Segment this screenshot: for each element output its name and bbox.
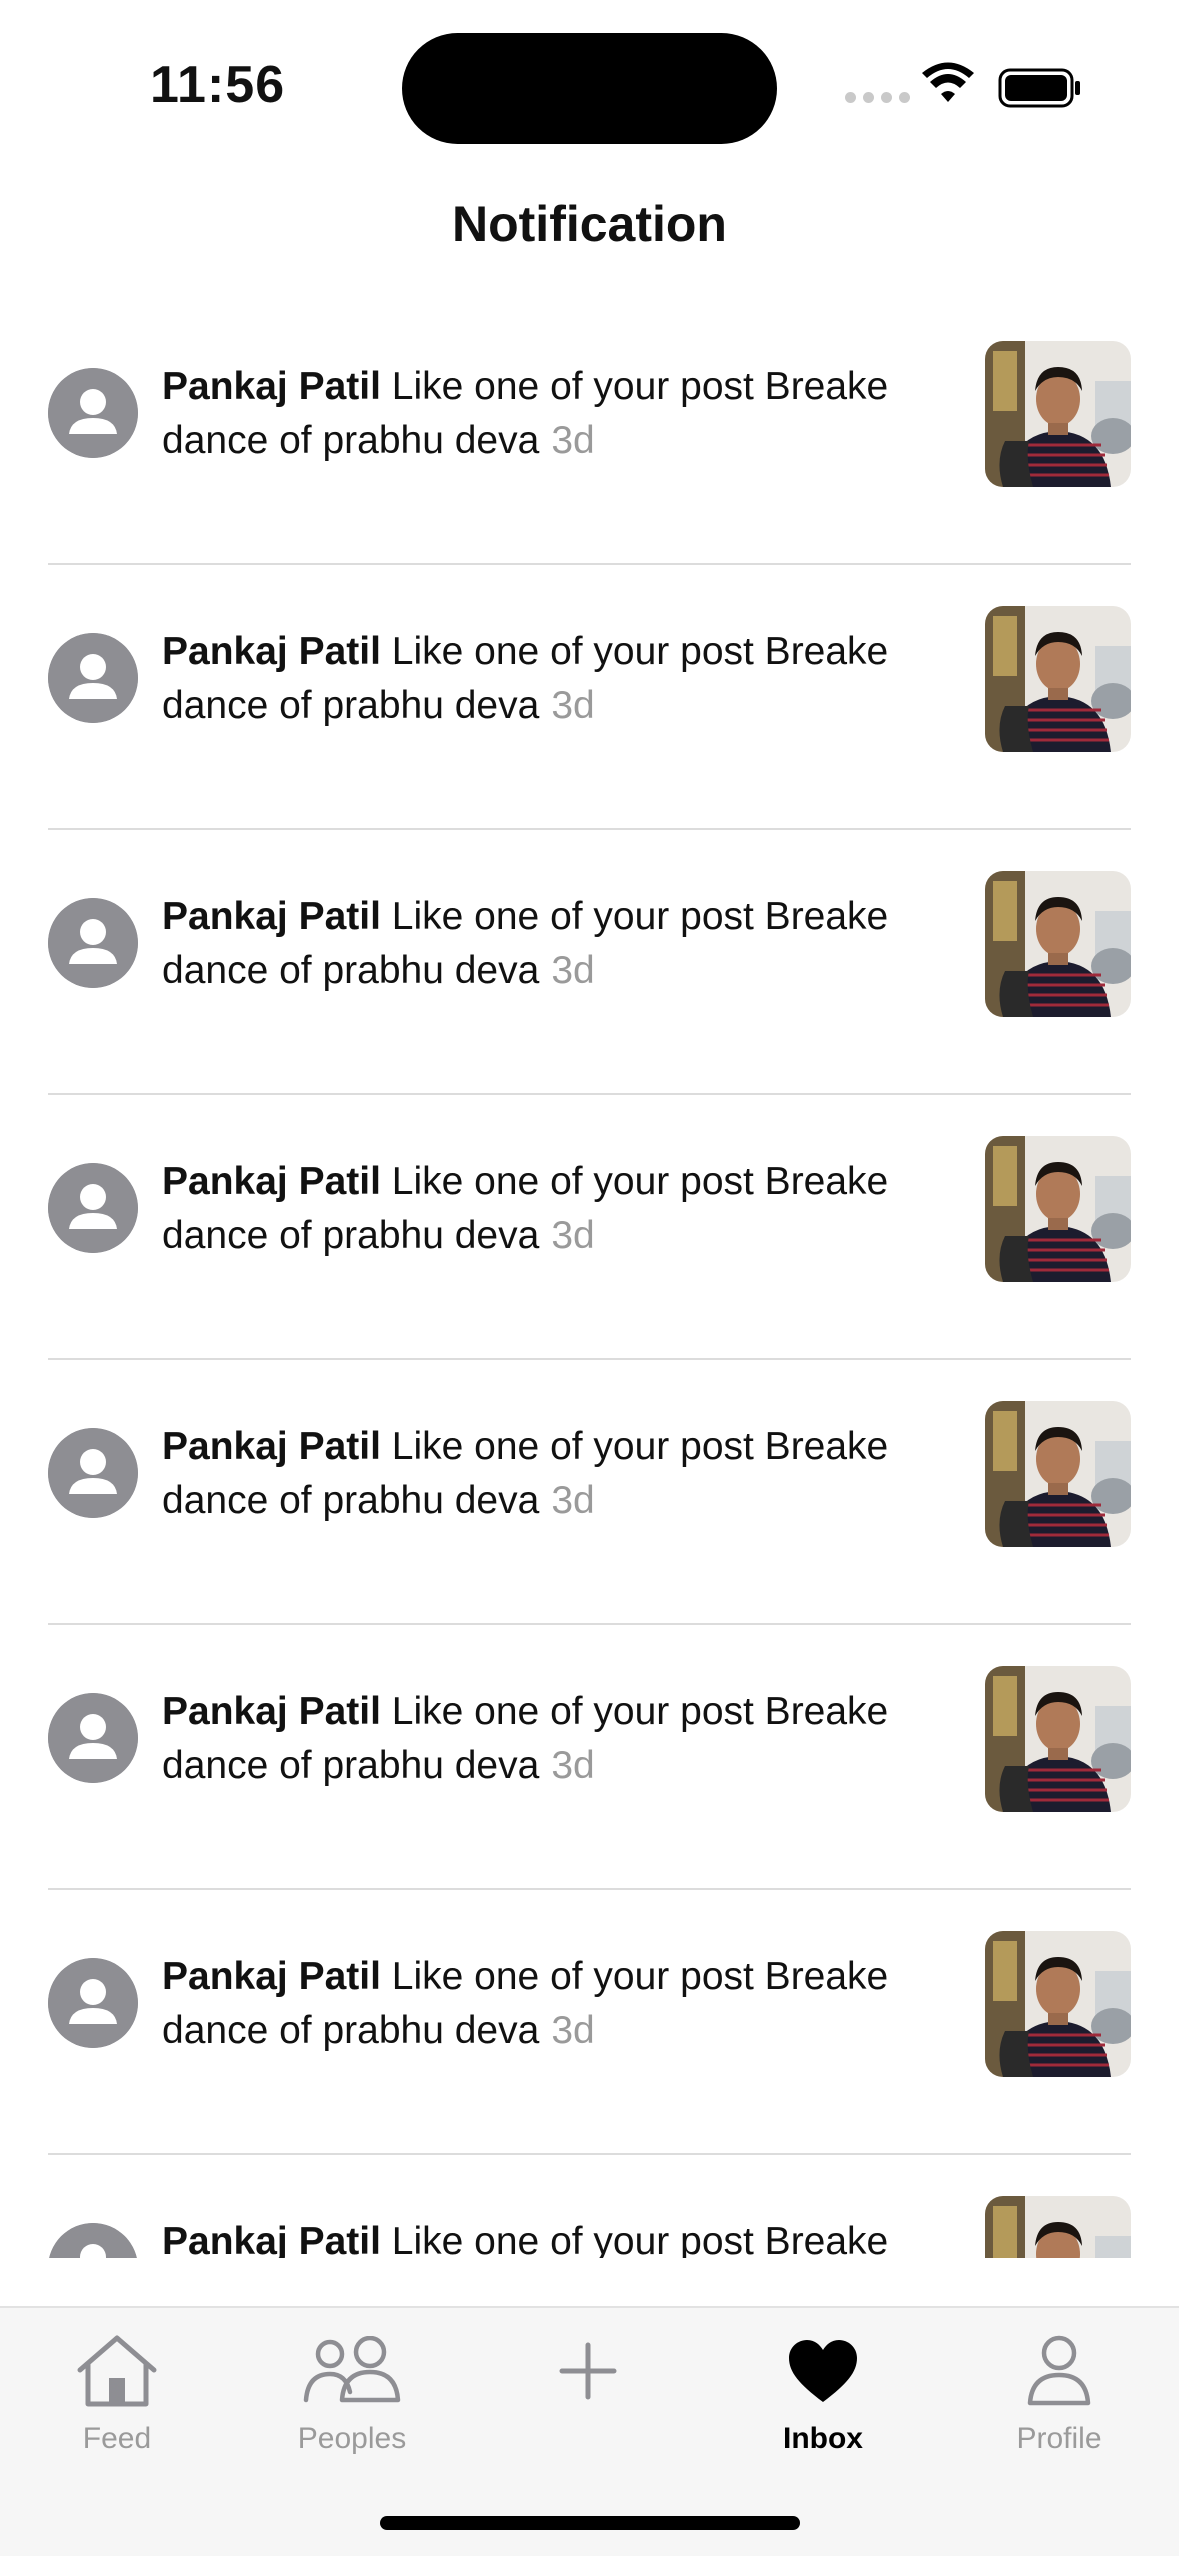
notification-row[interactable]: Pankaj Patil Like one of your post Break… (0, 300, 1179, 565)
notification-time: 3d (551, 949, 595, 992)
notification-text: Pankaj Patil Like one of your post Break… (162, 890, 922, 998)
plus-icon (559, 2342, 617, 2400)
default-avatar-icon (48, 633, 138, 723)
notification-time: 3d (551, 1479, 595, 1522)
home-icon (77, 2335, 157, 2407)
notification-time: 3d (551, 1214, 595, 1257)
dynamic-island (402, 33, 777, 144)
avatar[interactable] (48, 1958, 138, 2048)
post-thumbnail-photo (985, 1401, 1131, 1547)
default-avatar-icon (48, 1163, 138, 1253)
status-bar: 11:56 (0, 0, 1179, 170)
default-avatar-icon (48, 1693, 138, 1783)
post-thumbnail[interactable] (985, 341, 1131, 487)
notification-row[interactable]: Pankaj Patil Like one of your post Break… (0, 1095, 1179, 1360)
post-thumbnail[interactable] (985, 1931, 1131, 2077)
post-thumbnail-photo (985, 1136, 1131, 1282)
post-thumbnail[interactable] (985, 1666, 1131, 1812)
profile-icon (1027, 2335, 1091, 2406)
post-thumbnail-photo (985, 341, 1131, 487)
people-icon (303, 2336, 401, 2403)
notification-text: Pankaj Patil Like one of your post Break… (162, 1155, 922, 1263)
user-name[interactable]: Pankaj Patil (162, 1425, 381, 1468)
notification-time: 3d (551, 684, 595, 727)
notification-text: Pankaj Patil Like one of your post Break… (162, 360, 922, 468)
post-thumbnail-photo (985, 606, 1131, 752)
tab-inbox[interactable]: Inbox (723, 2326, 923, 2476)
default-avatar-icon (48, 898, 138, 988)
tab-label-peoples: Peoples (297, 2422, 407, 2455)
notification-row[interactable]: Pankaj Patil Like one of your post Break… (0, 1360, 1179, 1625)
post-thumbnail-photo (985, 1666, 1131, 1812)
avatar[interactable] (48, 633, 138, 723)
notification-text: Pankaj Patil Like one of your post Break… (162, 1420, 922, 1528)
avatar[interactable] (48, 368, 138, 458)
user-name[interactable]: Pankaj Patil (162, 365, 381, 408)
notification-row[interactable]: Pankaj Patil Like one of your post Break… (0, 1625, 1179, 1890)
notification-row[interactable]: Pankaj Patil Like one of your post Break… (0, 565, 1179, 830)
avatar[interactable] (48, 1693, 138, 1783)
avatar[interactable] (48, 2223, 138, 2258)
post-thumbnail-photo (985, 2196, 1131, 2258)
notification-list[interactable]: Pankaj Patil Like one of your post Break… (0, 300, 1179, 2258)
tab-add[interactable] (488, 2326, 688, 2476)
post-thumbnail-photo (985, 1931, 1131, 2077)
post-thumbnail[interactable] (985, 1136, 1131, 1282)
tab-feed[interactable]: Feed (17, 2326, 217, 2476)
post-thumbnail[interactable] (985, 1401, 1131, 1547)
notification-text: Pankaj Patil Like one of your post Break… (162, 2215, 922, 2258)
user-name[interactable]: Pankaj Patil (162, 1160, 381, 1203)
notification-text: Pankaj Patil Like one of your post Break… (162, 1950, 922, 2058)
user-name[interactable]: Pankaj Patil (162, 1690, 381, 1733)
cellular-signal-icon (845, 92, 910, 103)
tab-peoples[interactable]: Peoples (252, 2326, 452, 2476)
post-thumbnail[interactable] (985, 606, 1131, 752)
user-name[interactable]: Pankaj Patil (162, 2220, 381, 2258)
user-name[interactable]: Pankaj Patil (162, 895, 381, 938)
tab-label-profile: Profile (1016, 2422, 1102, 2455)
user-name[interactable]: Pankaj Patil (162, 1955, 381, 1998)
notification-row[interactable]: Pankaj Patil Like one of your post Break… (0, 2155, 1179, 2258)
battery-icon (998, 68, 1080, 108)
post-thumbnail[interactable] (985, 871, 1131, 1017)
post-thumbnail[interactable] (985, 2196, 1131, 2258)
home-indicator (380, 2516, 800, 2530)
user-name[interactable]: Pankaj Patil (162, 630, 381, 673)
tab-profile[interactable]: Profile (959, 2326, 1159, 2476)
heart-icon (789, 2340, 857, 2402)
page-title: Notification (452, 196, 727, 252)
tab-label-feed: Feed (82, 2422, 152, 2455)
default-avatar-icon (49, 2223, 137, 2258)
status-time: 11:56 (150, 56, 286, 114)
notification-time: 3d (551, 2009, 595, 2052)
notification-text: Pankaj Patil Like one of your post Break… (162, 625, 922, 733)
avatar[interactable] (48, 1163, 138, 1253)
notification-time: 3d (551, 419, 595, 462)
notification-time: 3d (551, 1744, 595, 1787)
avatar[interactable] (48, 1428, 138, 1518)
avatar[interactable] (48, 898, 138, 988)
wifi-icon (922, 62, 974, 102)
notification-row[interactable]: Pankaj Patil Like one of your post Break… (0, 1890, 1179, 2155)
tab-label-inbox: Inbox (783, 2422, 863, 2455)
default-avatar-icon (48, 368, 138, 458)
post-thumbnail-photo (985, 871, 1131, 1017)
default-avatar-icon (48, 1428, 138, 1518)
notification-text: Pankaj Patil Like one of your post Break… (162, 1685, 922, 1793)
notification-row[interactable]: Pankaj Patil Like one of your post Break… (0, 830, 1179, 1095)
default-avatar-icon (48, 1958, 138, 2048)
